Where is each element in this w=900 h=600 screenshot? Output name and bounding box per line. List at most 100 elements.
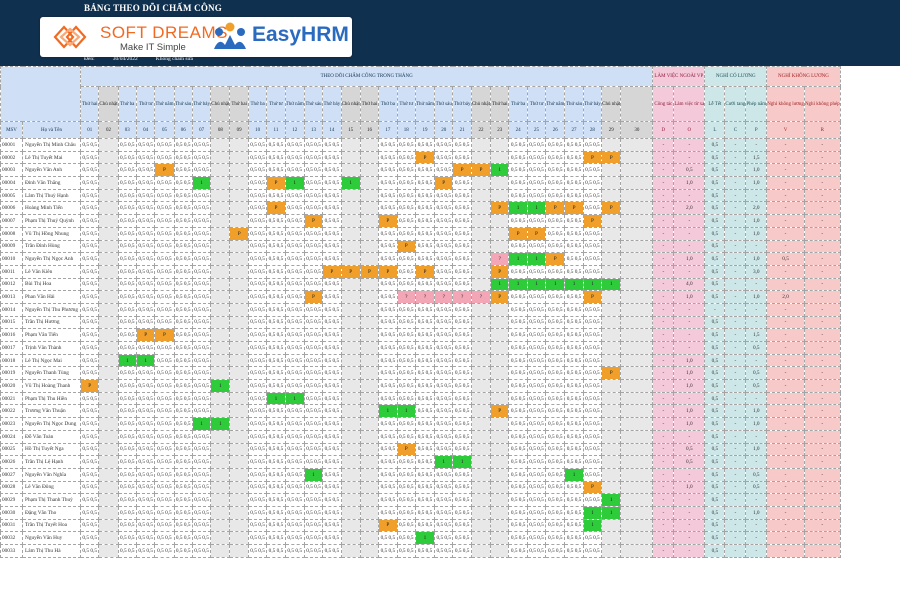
paid-leave-value: - [724,353,747,368]
day-cell: 0,5 0,5 [135,341,156,355]
day-cell-leave: P [545,201,566,216]
paid-leave-value: 0,5 [704,353,726,368]
day-cell [229,264,249,279]
unpaid-leave-value: - [803,531,841,545]
unpaid-leave-value: - [803,163,841,178]
day-cell: 0,5 0,5 [135,467,156,482]
day-cell: 0,5 0,5 [526,188,547,203]
overtime-code: D [652,121,675,139]
day-cell: 0,5 0,5 [117,493,137,507]
day-cell: 0,5 0,5 [396,417,416,431]
day-cell: 0,5 0,5 [414,379,436,393]
day-cell: 0,5 0,5 [135,531,156,545]
day-cell: 0,5 0,5 [247,480,268,495]
day-cell [359,353,380,368]
day-cell: 0,5 0,5 [452,201,472,216]
day-cell: 0,5 0,5 [526,315,547,330]
day-cell: 0,5 0,5 [452,391,472,406]
overtime-value: - [673,544,706,558]
day-cell: 0,5 0,5 [303,252,324,266]
day-cell [620,188,654,203]
day-cell: 0,5 0,5 [545,366,566,381]
table-row: 00008 Vũ Thị Hồng Nhung 0,5 0,5 0,5 0,5 0,5 … [0,226,841,241]
paid-leave-value: - [724,417,747,431]
day-cell [620,264,654,279]
unpaid-leave-value: - [766,467,805,482]
day-cell: 0,5 0,5 [247,176,268,190]
day-cell: 0,5 0,5 [154,505,175,520]
day-number-header: 28 [582,121,603,139]
paid-leave-value: 0,5 [704,531,726,545]
day-cell: 0,5 0,5 [173,277,193,292]
day-cell: 0,5 0,5 [284,226,305,241]
day-cell: 0,5 0,5 [191,544,212,558]
day-cell [620,379,654,393]
day-cell [229,163,249,178]
unpaid-leave-value: - [766,277,805,292]
weekday-header: Thứ bảy [582,86,603,122]
paid-leave-value: 0,5 [704,188,726,203]
paid-leave-value: 0,5 [704,417,726,431]
day-cell: 0,5 0,5 [284,138,305,152]
unpaid-leave-value: - [766,480,805,495]
day-cell [359,328,380,342]
weekday-header: Thứ tư [135,86,156,122]
unpaid-leave-value: - [766,353,805,368]
day-cell [601,467,622,482]
overtime-value: - [652,404,675,419]
day-cell: 0,5 0,5 [173,188,193,203]
day-cell: 0,5 0,5 [582,239,603,254]
day-cell: 0,5 0,5 [582,391,603,406]
paid-leave-value: - [724,366,747,381]
day-cell: 0,5 0,5 [247,163,268,178]
day-cell: 0,5 0,5 [414,252,436,266]
day-cell [601,302,622,317]
day-cell: 0,5 0,5 [526,518,547,533]
day-cell: 0,5 0,5 [564,163,584,178]
paid-leave-value: 0,5 [704,252,726,266]
day-cell: 0,5 0,5 [526,493,547,507]
paid-leave-value: - [745,239,768,254]
day-cell [98,239,119,254]
table-row: 00033 Lâm Thị Thu Hà 0,5 0,5 0,5 0,5 0,5 0,5… [0,544,841,558]
overtime-value: - [673,239,706,254]
day-cell: 0,5 0,5 [545,404,566,419]
softdreams-tagline: Make IT Simple [120,42,186,53]
day-cell [340,366,361,381]
day-cell: 0,5 0,5 [434,493,454,507]
day-cell: 0,5 0,5 [266,277,286,292]
day-cell: 0,5 0,5 [173,201,193,216]
table-row: 00005 Lâm Thị Thuỳ Hạnh 0,5 0,5 0,5 0,5 0,5 … [0,188,841,203]
day-cell: 0,5 0,5 [322,467,342,482]
day-cell: 0,5 0,5 [135,277,156,292]
day-cell [620,480,654,495]
day-number-header: 01 [79,121,100,139]
paid-leave-value: - [745,531,768,545]
day-cell [470,505,492,520]
table-row: 00010 Nguyễn Thị Ngọc Anh 0,5 0,5 0,5 0,5 0,… [0,252,841,266]
day-cell: 0,5 0,5 [154,201,175,216]
day-cell: 0,5 0,5 [79,290,100,304]
day-cell: 0,5 0,5 [79,239,100,254]
day-cell [98,264,119,279]
day-cell: 0,5 0,5 [378,531,398,545]
paid-leave-value: 1,0 [745,214,768,228]
day-cell: 0,5 0,5 [452,188,472,203]
day-cell [210,442,231,457]
day-cell: 0,5 0,5 [434,226,454,241]
day-cell: 0,5 0,5 [284,239,305,254]
paid-leave-value: - [704,302,726,317]
unpaid-leave-value: - [766,328,805,342]
day-cell: 0,5 0,5 [508,302,528,317]
day-cell [490,391,510,406]
day-cell: 0,5 0,5 [322,505,342,520]
unpaid-leave-value: - [803,214,841,228]
day-cell: 0,5 0,5 [396,226,416,241]
table-row: 00029 Phạm Thị Thanh Thuỷ 0,5 0,5 0,5 0,5 0,… [0,493,841,507]
day-cell: 0,5 0,5 [154,518,175,533]
day-cell [98,290,119,304]
day-cell: 0,5 0,5 [191,201,212,216]
day-cell: 0,5 0,5 [396,505,416,520]
day-cell-remote: 1 [135,353,156,368]
day-cell: 0,5 0,5 [322,214,342,228]
